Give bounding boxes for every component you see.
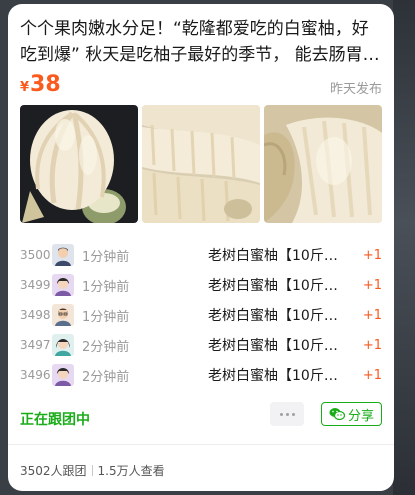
avatar-man-icon[interactable]: [52, 244, 74, 266]
pomelo-segments-photo[interactable]: [142, 105, 260, 223]
published-time: 昨天发布: [329, 82, 382, 97]
order-sequence: 3496: [20, 368, 51, 382]
divider: [8, 444, 394, 445]
share-button[interactable]: 分享: [321, 402, 382, 426]
price: ¥ 38: [20, 72, 61, 97]
participant-count: 3502人跟团: [20, 464, 87, 478]
order-quantity: +1: [362, 277, 382, 293]
order-quantity: +1: [362, 367, 382, 383]
order-product[interactable]: 老树白蜜柚【10斤装】: [208, 275, 348, 295]
share-label: 分享: [347, 408, 374, 424]
order-time: 2分钟前: [82, 339, 130, 355]
group-status: 正在跟团中: [20, 412, 90, 428]
more-dots-icon: [291, 412, 295, 416]
avatar-man-glasses-icon[interactable]: [52, 304, 74, 326]
price-value: 38: [30, 72, 61, 97]
currency-symbol: ¥: [20, 80, 30, 95]
post-title[interactable]: 个个果肉嫩水分足！“乾隆都爱吃的白蜜柚，好吃到爆” 秋天是吃柚子最好的季节， 能…: [20, 16, 382, 68]
more-dots-icon: [279, 412, 283, 416]
order-product[interactable]: 老树白蜜柚【10斤装】: [208, 335, 348, 355]
order-sequence: 3498: [20, 308, 51, 322]
group-buy-card[interactable]: 个个果肉嫩水分足！“乾隆都爱吃的白蜜柚，好吃到爆” 秋天是吃柚子最好的季节， 能…: [8, 4, 394, 491]
avatar-woman-purple-icon[interactable]: [52, 364, 74, 386]
pomelo-flesh-photo[interactable]: [264, 105, 382, 223]
wechat-icon: [329, 408, 345, 421]
order-time: 2分钟前: [82, 369, 130, 385]
more-options-button[interactable]: [270, 402, 304, 426]
avatar-woman-icon[interactable]: [52, 334, 74, 356]
order-row: 3497 2分钟前 老树白蜜柚【10斤装】 +1: [20, 330, 382, 360]
order-sequence: 3500: [20, 248, 51, 262]
order-time: 1分钟前: [82, 279, 130, 295]
order-product[interactable]: 老树白蜜柚【10斤装】: [208, 305, 348, 325]
order-list: 3500 1分钟前 老树白蜜柚【10斤装】 +1 3499 1分钟前 老树白蜜柚…: [20, 240, 382, 390]
pomelo-peeled-photo[interactable]: [20, 105, 138, 223]
order-time: 1分钟前: [82, 309, 130, 325]
stats-separator: [91, 465, 93, 476]
view-count: 1.5万人查看: [97, 464, 165, 478]
order-quantity: +1: [362, 247, 382, 263]
order-time: 1分钟前: [82, 249, 130, 265]
more-dots-icon: [285, 412, 289, 416]
order-row: 3498 1分钟前 老树白蜜柚【10斤装】 +1: [20, 300, 382, 330]
background-strip: [393, 0, 415, 495]
order-row: 3496 2分钟前 老树白蜜柚【10斤装】 +1: [20, 360, 382, 390]
order-row: 3500 1分钟前 老树白蜜柚【10斤装】 +1: [20, 240, 382, 270]
order-sequence: 3497: [20, 338, 51, 352]
order-quantity: +1: [362, 307, 382, 323]
photo-gallery: [20, 105, 390, 225]
order-row: 3499 1分钟前 老树白蜜柚【10斤装】 +1: [20, 270, 382, 300]
order-quantity: +1: [362, 337, 382, 353]
order-sequence: 3499: [20, 278, 51, 292]
group-stats: 3502人跟团 1.5万人查看: [20, 462, 165, 479]
order-product[interactable]: 老树白蜜柚【10斤装】: [208, 245, 348, 265]
order-product[interactable]: 老树白蜜柚【10斤装】: [208, 365, 348, 385]
avatar-woman-purple-icon[interactable]: [52, 274, 74, 296]
